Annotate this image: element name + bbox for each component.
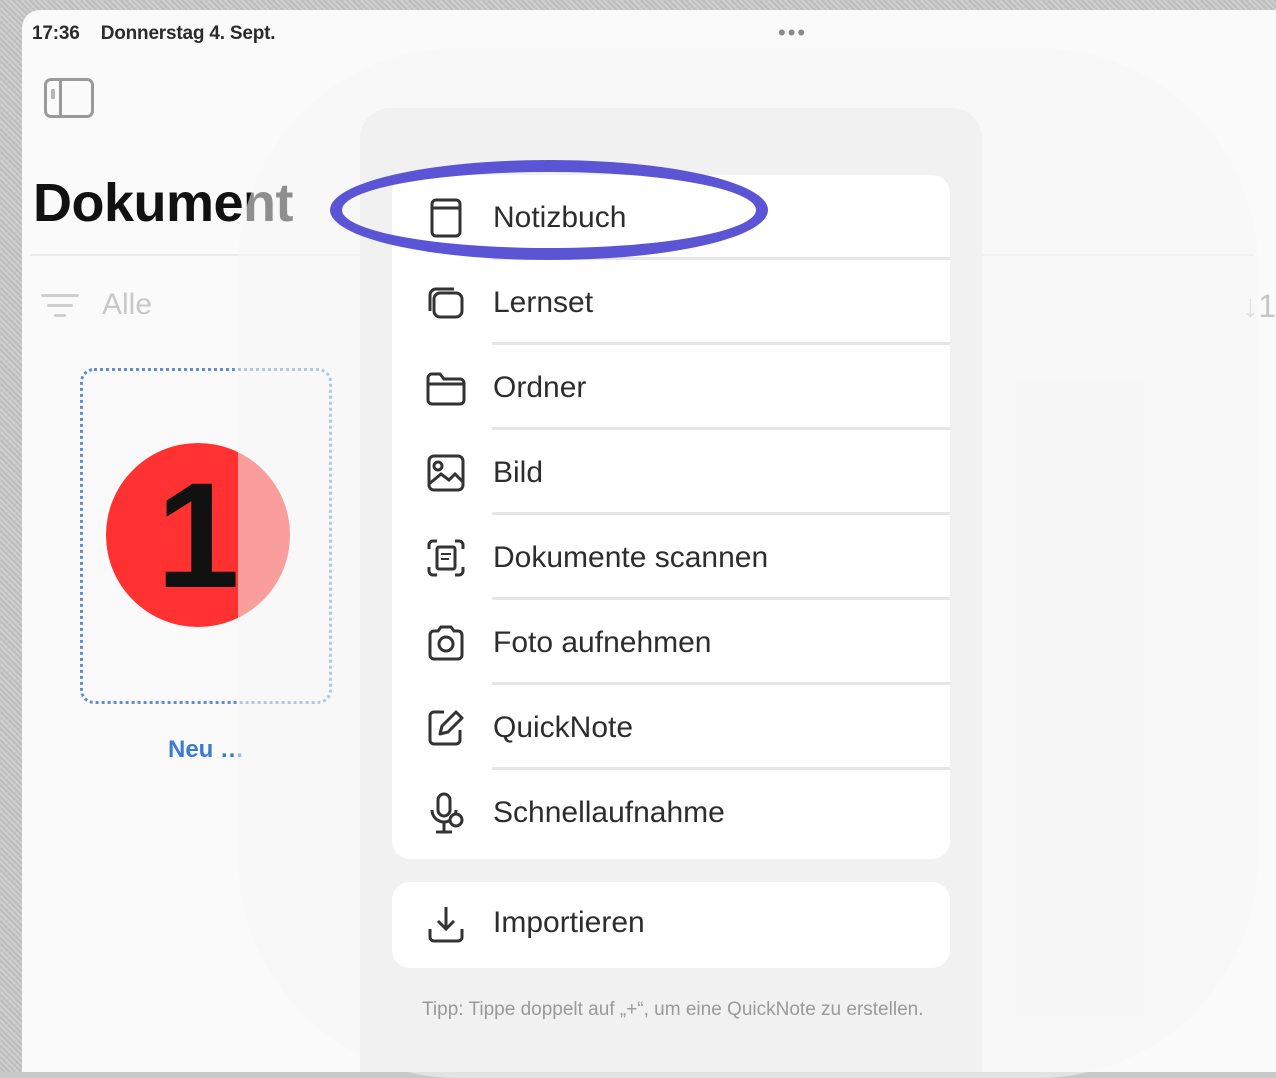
download-icon <box>422 901 470 949</box>
status-time: 17:36 <box>32 23 80 44</box>
menu-item-lernset[interactable]: Lernset <box>392 260 950 345</box>
edit-icon <box>422 704 470 752</box>
status-date: Donnerstag 4. Sept. <box>100 23 276 44</box>
menu-item-dokumente-scannen[interactable]: Dokumente scannen <box>392 515 950 600</box>
menu-item-label: Dokumente scannen <box>493 540 769 574</box>
filter-icon <box>40 290 80 320</box>
tip-text: Tipp: Tippe doppelt auf „+“, um eine Qui… <box>422 999 924 1020</box>
menu-item-label: Schnellaufnahme <box>493 795 725 829</box>
scan-icon <box>422 534 470 582</box>
new-menu-list: Notizbuch Lernset Ordner Bild Dokumente … <box>392 175 950 859</box>
status-bar: 17:36 Donnerstag 4. Sept. <box>32 23 276 45</box>
new-document-label[interactable]: Neu … <box>168 736 244 764</box>
stack-icon <box>422 279 470 327</box>
filter-label: Alle <box>102 288 153 321</box>
menu-item-ordner[interactable]: Ordner <box>392 345 950 430</box>
menu-item-schnellaufnahme[interactable]: Schnellaufnahme <box>392 770 950 855</box>
microphone-icon <box>422 789 470 837</box>
menu-item-importieren[interactable]: Importieren <box>392 882 950 968</box>
highlight-ellipse <box>330 160 768 260</box>
camera-icon <box>422 619 470 667</box>
multitasking-dots[interactable]: ••• <box>778 20 807 46</box>
import-label: Importieren <box>493 906 645 939</box>
menu-item-label: Foto aufnehmen <box>493 625 712 659</box>
menu-item-label: Lernset <box>493 285 594 319</box>
folder-icon <box>422 364 470 412</box>
image-icon <box>422 449 470 497</box>
menu-item-quicknote[interactable]: QuickNote <box>392 685 950 770</box>
sidebar-toggle-icon[interactable] <box>44 78 94 118</box>
menu-item-bild[interactable]: Bild <box>392 430 950 515</box>
menu-item-foto-aufnehmen[interactable]: Foto aufnehmen <box>392 600 950 685</box>
menu-item-label: QuickNote <box>493 710 634 744</box>
menu-item-label: Bild <box>493 455 544 489</box>
menu-item-label: Ordner <box>493 370 587 404</box>
filter-button[interactable]: Alle <box>40 288 152 322</box>
